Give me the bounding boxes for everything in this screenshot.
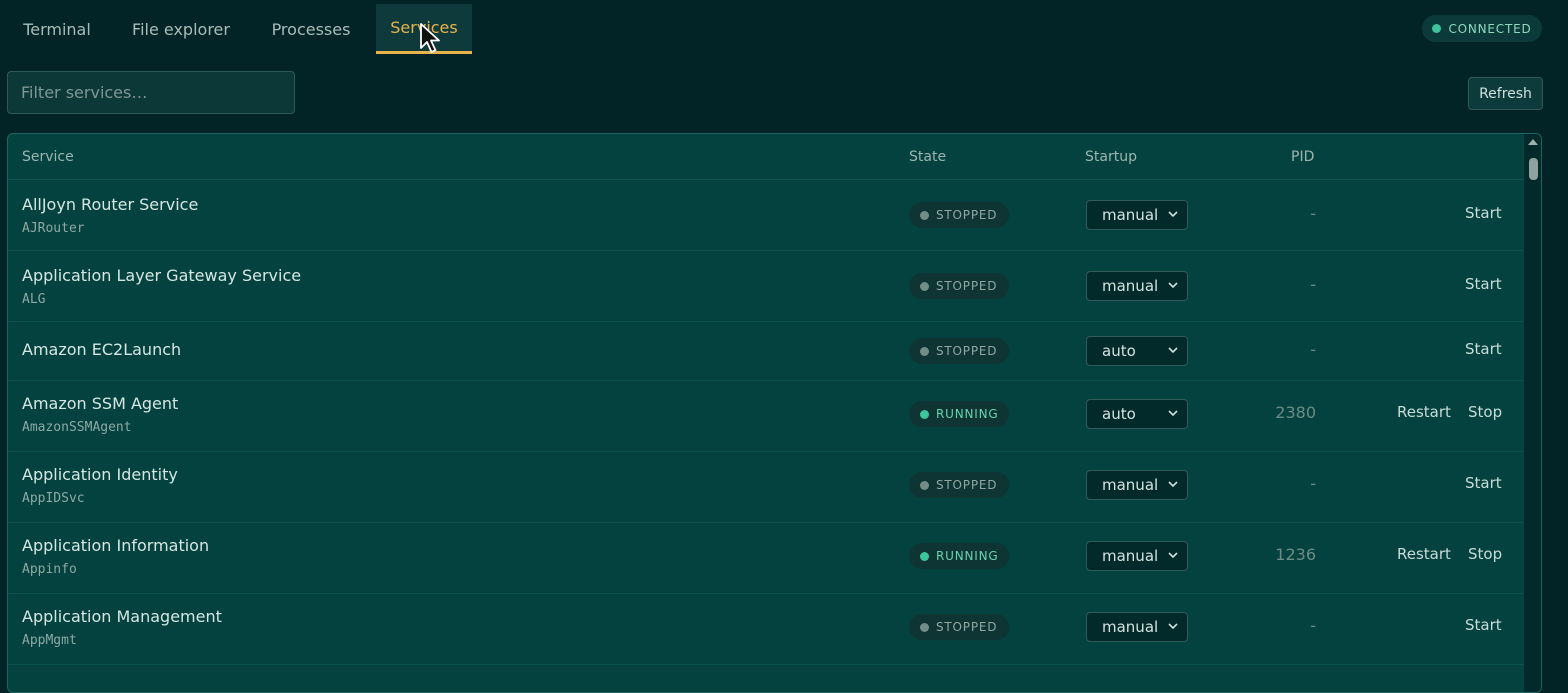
startup-select[interactable]: auto	[1086, 336, 1188, 366]
table-row: Application Management AppMgmt STOPPED m…	[8, 594, 1524, 665]
startup-select[interactable]: manual	[1086, 541, 1188, 571]
start-button[interactable]: Start	[1465, 474, 1502, 492]
refresh-button[interactable]: Refresh	[1468, 77, 1543, 110]
state-label: RUNNING	[936, 407, 999, 421]
table-row: Amazon EC2Launch STOPPED auto - Start	[8, 322, 1524, 381]
pid-value: -	[1310, 616, 1316, 635]
connection-status-label: CONNECTED	[1448, 21, 1532, 36]
service-name: Amazon SSM Agent	[22, 394, 179, 413]
table-row: Application Information Appinfo RUNNING …	[8, 523, 1524, 594]
pid-value: -	[1310, 275, 1316, 294]
state-label: STOPPED	[936, 344, 998, 358]
service-name: Application Identity	[22, 465, 178, 484]
chevron-down-icon	[1168, 282, 1178, 289]
scrollbar-thumb[interactable]	[1529, 158, 1538, 180]
connection-status-badge: CONNECTED	[1422, 15, 1542, 42]
state-dot-icon	[920, 480, 929, 490]
table-row: Amazon SSM Agent AmazonSSMAgent RUNNING …	[8, 381, 1524, 452]
chevron-down-icon	[1168, 347, 1178, 354]
state-dot-icon	[920, 551, 929, 561]
table-row: AllJoyn Router Service AJRouter STOPPED …	[8, 180, 1524, 251]
column-header-state: State	[909, 149, 947, 165]
service-id: AppMgmt	[22, 633, 77, 648]
pid-value: 2380	[1275, 403, 1316, 422]
tab-bar: Terminal File explorer Processes Service…	[0, 0, 1568, 56]
chevron-down-icon	[1168, 481, 1178, 488]
state-badge: STOPPED	[909, 472, 1009, 498]
state-badge: RUNNING	[909, 401, 1009, 427]
column-header-pid: PID	[1291, 149, 1315, 165]
chevron-down-icon	[1168, 410, 1178, 417]
state-badge: STOPPED	[909, 273, 1009, 299]
startup-value: manual	[1102, 277, 1159, 295]
status-dot-icon	[1432, 24, 1442, 33]
pid-value: -	[1310, 474, 1316, 493]
service-name: Application Information	[22, 536, 210, 555]
tab-file-explorer[interactable]: File explorer	[123, 4, 239, 54]
state-dot-icon	[920, 346, 929, 356]
startup-select[interactable]: manual	[1086, 200, 1188, 230]
startup-value: manual	[1102, 547, 1159, 565]
state-badge: STOPPED	[909, 338, 1009, 364]
state-badge: STOPPED	[909, 614, 1009, 640]
service-id: AmazonSSMAgent	[22, 420, 132, 435]
state-label: RUNNING	[936, 549, 999, 563]
column-header-startup: Startup	[1085, 149, 1137, 165]
state-dot-icon	[920, 210, 929, 220]
service-name: AllJoyn Router Service	[22, 195, 199, 214]
state-dot-icon	[920, 409, 929, 419]
chevron-down-icon	[1168, 552, 1178, 559]
pid-value: -	[1310, 340, 1316, 359]
startup-select[interactable]: manual	[1086, 612, 1188, 642]
state-badge: STOPPED	[909, 202, 1009, 228]
startup-select[interactable]: manual	[1086, 470, 1188, 500]
tab-processes[interactable]: Processes	[262, 4, 360, 54]
restart-button[interactable]: Restart	[1397, 403, 1451, 421]
start-button[interactable]: Start	[1465, 340, 1502, 358]
service-id: Appinfo	[22, 562, 77, 577]
startup-value: auto	[1102, 342, 1136, 360]
startup-value: manual	[1102, 206, 1159, 224]
pid-value: 1236	[1275, 545, 1316, 564]
pid-value: -	[1310, 204, 1316, 223]
table-header: Service State Startup PID	[8, 134, 1524, 180]
service-id: ALG	[22, 292, 46, 307]
stop-button[interactable]: Stop	[1468, 545, 1502, 563]
filter-services-input[interactable]	[7, 71, 295, 114]
services-table: Service State Startup PID AllJoyn Router…	[7, 133, 1542, 693]
startup-select[interactable]: auto	[1086, 399, 1188, 429]
chevron-down-icon	[1168, 623, 1178, 630]
start-button[interactable]: Start	[1465, 275, 1502, 293]
state-label: STOPPED	[936, 478, 998, 492]
startup-value: manual	[1102, 618, 1159, 636]
startup-value: auto	[1102, 405, 1136, 423]
service-name: Application Management	[22, 607, 222, 626]
service-name: Application Layer Gateway Service	[22, 266, 302, 285]
vertical-scrollbar[interactable]	[1524, 134, 1541, 692]
start-button[interactable]: Start	[1465, 616, 1502, 634]
tab-services[interactable]: Services	[376, 4, 472, 54]
state-label: STOPPED	[936, 208, 998, 222]
tab-terminal[interactable]: Terminal	[14, 4, 100, 54]
service-name: Amazon EC2Launch	[22, 340, 182, 359]
chevron-down-icon	[1168, 211, 1178, 218]
stop-button[interactable]: Stop	[1468, 403, 1502, 421]
service-id: AppIDSvc	[22, 491, 85, 506]
restart-button[interactable]: Restart	[1397, 545, 1451, 563]
start-button[interactable]: Start	[1465, 204, 1502, 222]
state-dot-icon	[920, 622, 929, 632]
scroll-up-arrow-icon[interactable]	[1528, 139, 1538, 145]
table-row: Application Layer Gateway Service ALG ST…	[8, 251, 1524, 322]
state-badge: RUNNING	[909, 543, 1009, 569]
state-label: STOPPED	[936, 279, 998, 293]
state-label: STOPPED	[936, 620, 998, 634]
column-header-service: Service	[22, 149, 74, 165]
startup-value: manual	[1102, 476, 1159, 494]
startup-select[interactable]: manual	[1086, 271, 1188, 301]
service-id: AJRouter	[22, 221, 85, 236]
table-row: Application Identity AppIDSvc STOPPED ma…	[8, 452, 1524, 523]
state-dot-icon	[920, 281, 929, 291]
